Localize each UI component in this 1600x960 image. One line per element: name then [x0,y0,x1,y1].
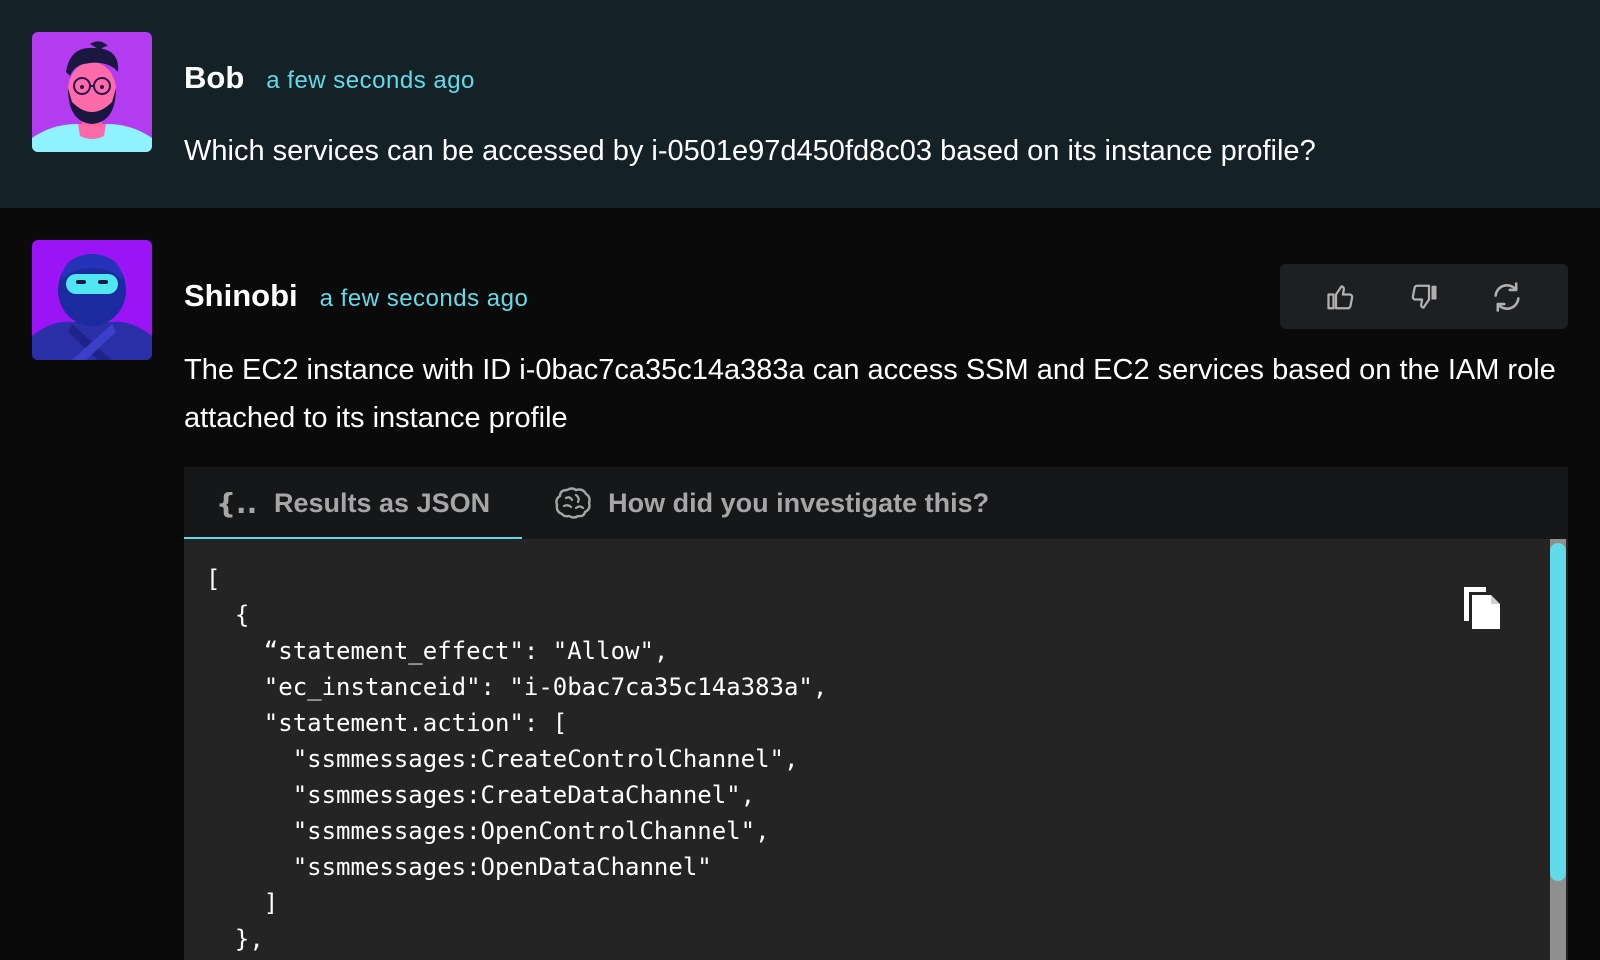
results-tabs: {..} Results as JSON How did you investi… [184,467,1568,539]
bot-message: Shinobi a few seconds ago The EC2 instan… [0,208,1600,960]
author-line: Shinobi a few seconds ago [184,278,528,314]
scrollbar[interactable] [1550,539,1566,960]
refresh-icon [1494,281,1520,312]
tab-results-json[interactable]: {..} Results as JSON [184,467,523,539]
author-line: Bob a few seconds ago [184,60,475,96]
copy-icon [1464,587,1500,629]
author-name: Shinobi [184,278,298,313]
results-panel: {..} Results as JSON How did you investi… [184,467,1568,960]
tab-label: Results as JSON [274,487,491,518]
regenerate-button[interactable] [1485,275,1529,319]
json-viewer: [ { “statement_effect": "Allow", "ec_ins… [184,539,1568,960]
json-code: [ { “statement_effect": "Allow", "ec_ins… [206,565,828,953]
brain-icon [554,486,592,520]
thumbs-down-icon [1411,284,1437,309]
feedback-toolbar [1280,264,1568,329]
avatar [32,32,152,152]
shinobi-avatar-icon [32,240,152,360]
json-braces-icon: {..} [216,486,258,520]
timestamp: a few seconds ago [319,285,529,312]
timestamp: a few seconds ago [266,67,475,94]
copy-button[interactable] [1460,583,1508,635]
author-name: Bob [184,60,245,95]
thumbs-down-button[interactable] [1402,275,1446,319]
message-text: Which services can be accessed by i-0501… [184,135,1316,167]
thumbs-up-button[interactable] [1319,275,1363,319]
tab-label: How did you investigate this? [608,487,990,518]
scrollbar-thumb[interactable] [1550,543,1566,881]
message-text: The EC2 instance with ID i-0bac7ca35c14a… [184,354,1556,434]
thumbs-up-icon [1327,284,1354,309]
bob-avatar-icon [32,32,152,152]
user-message: Bob a few seconds ago Which services can… [0,0,1600,208]
svg-text:{..}: {..} [216,487,258,520]
tab-investigation[interactable]: How did you investigate this? [522,467,1021,539]
avatar [32,240,152,360]
